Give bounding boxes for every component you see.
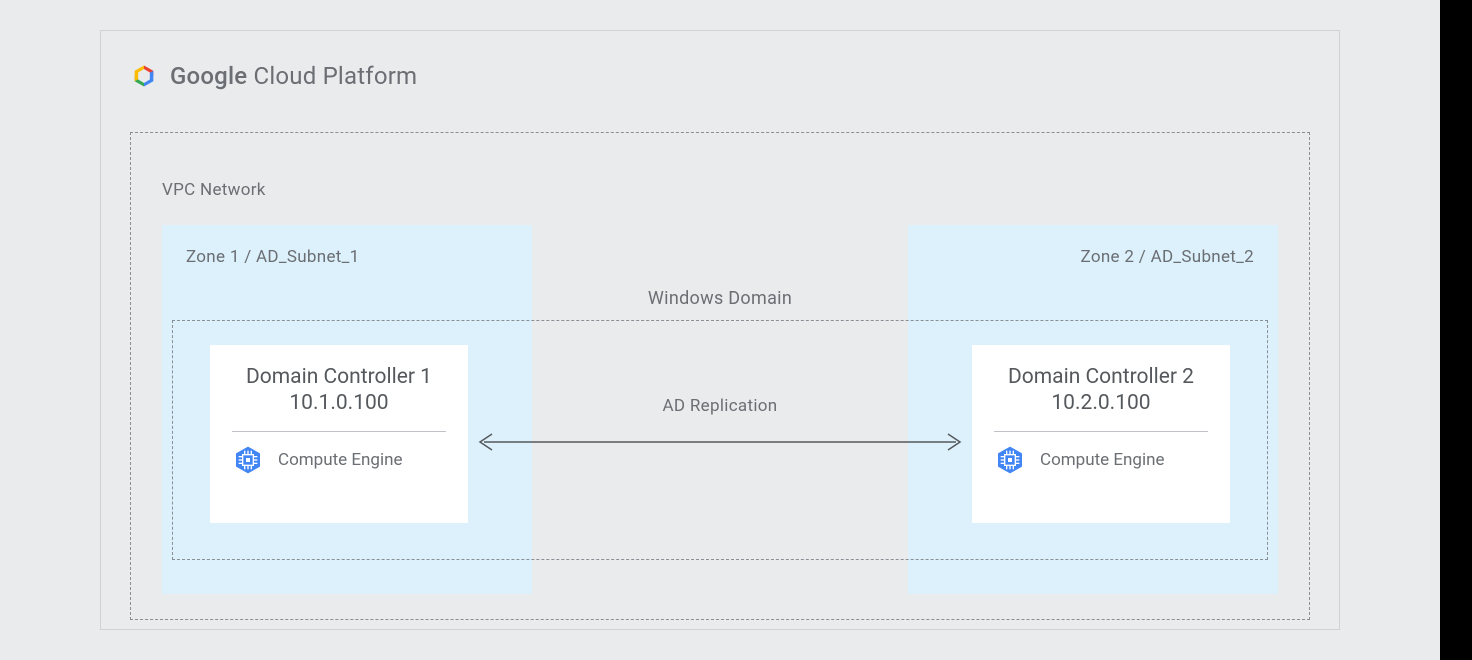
divider	[994, 431, 1208, 432]
dc1-engine-label: Compute Engine	[278, 450, 403, 470]
gcp-header: Google Cloud Platform	[130, 62, 417, 90]
compute-engine-icon	[232, 444, 264, 476]
ad-replication-label: AD Replication	[663, 396, 778, 416]
gcp-logo-icon	[130, 62, 158, 90]
domain-controller-1-card: Domain Controller 1 10.1.0.100	[210, 345, 468, 523]
dc2-ip: 10.2.0.100	[994, 391, 1208, 415]
compute-engine-icon	[994, 444, 1026, 476]
diagram-canvas: Google Cloud Platform VPC Network Zone 1…	[0, 0, 1440, 660]
domain-controller-2-card: Domain Controller 2 10.2.0.100	[972, 345, 1230, 523]
gcp-title: Google Cloud Platform	[170, 62, 417, 90]
zone-2-label: Zone 2 / AD_Subnet_2	[1081, 247, 1254, 267]
dc2-title: Domain Controller 2	[994, 365, 1208, 389]
replication-arrow-icon	[476, 432, 964, 452]
dc2-engine-label: Compute Engine	[1040, 450, 1165, 470]
dc1-title: Domain Controller 1	[232, 365, 446, 389]
zone-1-label: Zone 1 / AD_Subnet_1	[186, 247, 359, 267]
dc1-ip: 10.1.0.100	[232, 391, 446, 415]
divider	[232, 431, 446, 432]
vpc-network-label: VPC Network	[162, 180, 266, 200]
windows-domain-label: Windows Domain	[648, 288, 792, 309]
